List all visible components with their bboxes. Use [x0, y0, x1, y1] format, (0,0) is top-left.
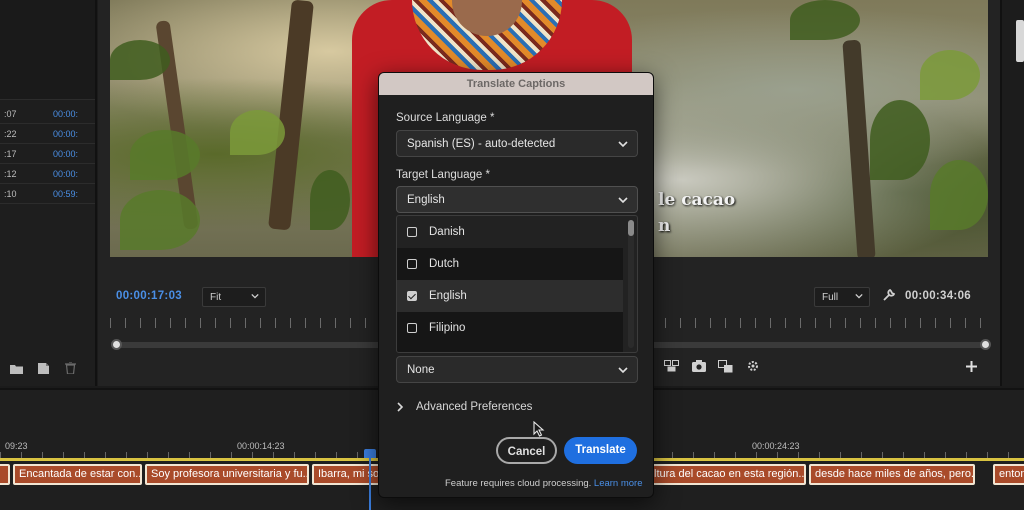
caption-clip[interactable]: Ibarra, mi soc — [312, 464, 382, 485]
playhead-timecode[interactable]: 00:00:17:03 — [116, 290, 182, 302]
third-option-value: None — [407, 364, 435, 376]
option-label: Danish — [429, 226, 465, 238]
chevron-down-icon — [618, 197, 628, 204]
caption-clip[interactable]: ltura del cacao en esta región... — [648, 464, 806, 485]
playhead-line[interactable] — [369, 452, 371, 510]
language-option-filipino[interactable]: Filipino — [397, 312, 623, 352]
caption-line-2: n — [658, 216, 671, 236]
row-duration: 00:00: — [53, 149, 79, 159]
compare-view-icon[interactable] — [664, 360, 679, 372]
advanced-preferences-label: Advanced Preferences — [416, 401, 533, 413]
checkbox[interactable] — [407, 259, 417, 269]
project-row[interactable]: :07 00:00: — [0, 104, 95, 124]
right-panel-edge — [1000, 0, 1024, 386]
learn-more-link[interactable]: Learn more — [594, 478, 643, 489]
checkbox[interactable] — [407, 227, 417, 237]
project-row[interactable]: :12 00:00: — [0, 164, 95, 184]
trash-icon[interactable] — [65, 362, 76, 374]
caption-clip[interactable]: enton — [993, 464, 1024, 485]
scrollbar-thumb[interactable] — [628, 220, 634, 236]
panel-scrollbar[interactable] — [1016, 20, 1024, 62]
in-point-handle[interactable] — [111, 339, 122, 350]
source-language-label: Source Language * — [396, 112, 495, 124]
caption-clip[interactable]: Soy profesora universitaria y fu... — [145, 464, 309, 485]
caption-line-1: le cacao — [658, 190, 736, 210]
source-language-select[interactable]: Spanish (ES) - auto-detected — [396, 130, 638, 157]
project-panel-toolbar — [0, 356, 95, 384]
ruler-label: 09:23 — [5, 441, 28, 451]
camera-icon[interactable] — [692, 360, 706, 372]
target-language-value: English — [407, 194, 445, 206]
third-option-select[interactable]: None — [396, 356, 638, 383]
ruler-label: 00:00:24:23 — [752, 441, 800, 451]
target-language-select[interactable]: English — [396, 186, 638, 213]
multicam-icon[interactable] — [718, 360, 733, 373]
source-language-value: Spanish (ES) - auto-detected — [407, 138, 556, 150]
zoom-select[interactable]: Fit — [202, 287, 266, 307]
wrench-icon[interactable] — [882, 289, 895, 302]
target-language-label: Target Language * — [396, 169, 490, 181]
project-row[interactable]: :17 00:00: — [0, 144, 95, 164]
caption-clip[interactable] — [0, 464, 10, 485]
chevron-down-icon — [618, 141, 628, 148]
new-bin-icon[interactable] — [10, 363, 23, 374]
row-in-point: :10 — [4, 189, 17, 199]
resolution-select[interactable]: Full — [814, 287, 870, 307]
row-duration: 00:00: — [53, 129, 79, 139]
caption-clip[interactable]: desde hace miles de años, pero... — [809, 464, 975, 485]
language-option-english[interactable]: English — [397, 280, 623, 312]
new-item-icon[interactable] — [38, 363, 49, 374]
cancel-button[interactable]: Cancel — [496, 437, 557, 464]
settings-icon[interactable] — [746, 359, 760, 373]
zoom-value: Fit — [210, 292, 222, 303]
chevron-down-icon — [251, 293, 259, 299]
out-point-handle[interactable] — [980, 339, 991, 350]
row-in-point: :22 — [4, 129, 17, 139]
project-row[interactable]: :22 00:00: — [0, 124, 95, 144]
mouse-cursor-icon — [533, 421, 545, 437]
option-label: English — [429, 290, 467, 302]
resolution-value: Full — [822, 292, 839, 303]
row-duration: 00:59: — [53, 189, 79, 199]
ruler-label: 00:00:14:23 — [237, 441, 285, 451]
row-duration: 00:00: — [53, 109, 79, 119]
row-duration: 00:00: — [53, 169, 79, 179]
cloud-processing-note: Feature requires cloud processing. Learn… — [445, 478, 643, 489]
chevron-right-icon — [397, 402, 404, 412]
option-label: Filipino — [429, 322, 466, 334]
caption-clip[interactable]: Encantada de estar con... — [13, 464, 142, 485]
dialog-title: Translate Captions — [379, 73, 653, 95]
dropdown-scrollbar[interactable] — [628, 220, 634, 348]
project-panel: :07 00:00: :22 00:00: :17 00:00: :12 00:… — [0, 0, 97, 386]
language-option-dutch[interactable]: Dutch — [397, 248, 623, 280]
checkbox-checked[interactable] — [407, 291, 417, 301]
duration-timecode: 00:00:34:06 — [905, 290, 971, 302]
target-language-dropdown: Danish Dutch English Filipino — [396, 215, 638, 353]
language-option-danish[interactable]: Danish — [397, 216, 623, 248]
note-text: Feature requires cloud processing. — [445, 478, 592, 489]
row-in-point: :07 — [4, 109, 17, 119]
translate-captions-dialog: Translate Captions Source Language * Spa… — [378, 72, 654, 498]
chevron-down-icon — [618, 367, 628, 374]
project-panel-header — [0, 0, 95, 100]
chevron-down-icon — [855, 293, 863, 299]
checkbox[interactable] — [407, 323, 417, 333]
option-label: Dutch — [429, 258, 460, 270]
add-button-icon[interactable] — [966, 361, 977, 372]
row-in-point: :17 — [4, 149, 17, 159]
translate-button[interactable]: Translate — [564, 437, 637, 464]
row-in-point: :12 — [4, 169, 17, 179]
project-row[interactable]: :10 00:59: — [0, 184, 95, 204]
